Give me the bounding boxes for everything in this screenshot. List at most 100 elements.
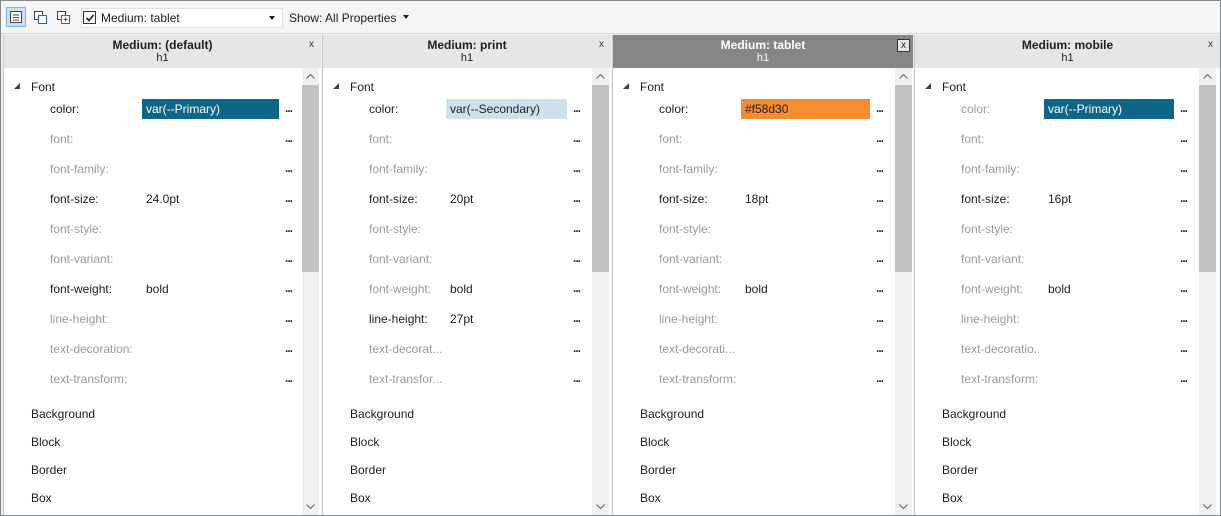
property-row[interactable]: line-height:... <box>613 309 894 329</box>
category-block[interactable]: Block <box>613 433 894 451</box>
add-medium-icon[interactable] <box>53 7 73 27</box>
edit-value-button[interactable]: ... <box>1180 311 1188 325</box>
property-row[interactable]: font:... <box>4 129 302 149</box>
edit-value-button[interactable]: ... <box>285 191 293 205</box>
edit-value-button[interactable]: ... <box>1180 131 1188 145</box>
property-row[interactable]: font-weight: bold... <box>613 279 894 299</box>
edit-value-button[interactable]: ... <box>285 311 293 325</box>
property-value[interactable]: 18pt <box>745 192 768 206</box>
edit-value-button[interactable]: ... <box>573 371 581 385</box>
edit-value-button[interactable]: ... <box>876 161 884 175</box>
scroll-up-icon[interactable] <box>895 68 912 85</box>
property-row[interactable]: font-family:... <box>323 159 592 179</box>
panel-header[interactable]: Medium: (default) h1 x <box>4 35 321 68</box>
vertical-scrollbar[interactable] <box>302 68 319 515</box>
edit-value-button[interactable]: ... <box>1180 281 1188 295</box>
edit-value-button[interactable]: ... <box>876 251 884 265</box>
edit-value-button[interactable]: ... <box>573 221 581 235</box>
collapsed-arrow-icon[interactable] <box>624 408 630 418</box>
category-box[interactable]: Box <box>613 489 894 507</box>
medium-select[interactable]: Medium: tablet <box>101 11 180 26</box>
scroll-down-icon[interactable] <box>302 498 319 515</box>
property-row[interactable]: font-weight: bold... <box>4 279 302 299</box>
edit-value-button[interactable]: ... <box>573 101 581 115</box>
edit-value-button[interactable]: ... <box>573 311 581 325</box>
property-row[interactable]: font-style:... <box>613 219 894 239</box>
property-value[interactable]: bold <box>450 282 473 296</box>
edit-value-button[interactable]: ... <box>1180 161 1188 175</box>
property-row[interactable]: font-variant:... <box>915 249 1201 269</box>
property-row[interactable]: font-size: 18pt... <box>613 189 894 209</box>
category-block[interactable]: Block <box>4 433 302 451</box>
property-row[interactable]: font-variant:... <box>4 249 302 269</box>
collapsed-arrow-icon[interactable] <box>334 408 340 418</box>
edit-value-button[interactable]: ... <box>1180 221 1188 235</box>
edit-value-button[interactable]: ... <box>1180 341 1188 355</box>
edit-value-button[interactable]: ... <box>573 131 581 145</box>
property-row[interactable]: line-height:... <box>4 309 302 329</box>
collapsed-arrow-icon[interactable] <box>624 436 630 446</box>
property-value[interactable]: var(--Primary) <box>1044 99 1174 119</box>
property-row[interactable]: font:... <box>915 129 1201 149</box>
close-icon[interactable]: x <box>897 39 910 52</box>
vertical-scrollbar[interactable] <box>895 68 912 515</box>
expanded-arrow-icon[interactable] <box>925 83 931 89</box>
scroll-up-icon[interactable] <box>1199 68 1216 85</box>
property-row[interactable]: text-transform:... <box>613 369 894 389</box>
property-row[interactable]: text-transform:... <box>4 369 302 389</box>
expanded-arrow-icon[interactable] <box>333 83 339 89</box>
category-border[interactable]: Border <box>613 461 894 479</box>
property-row[interactable]: text-transform:... <box>915 369 1201 389</box>
property-row[interactable]: font-style:... <box>323 219 592 239</box>
edit-value-button[interactable]: ... <box>285 341 293 355</box>
edit-value-button[interactable]: ... <box>1180 101 1188 115</box>
show-properties-select[interactable]: Show: All Properties <box>289 10 409 26</box>
edit-value-button[interactable]: ... <box>573 191 581 205</box>
edit-value-button[interactable]: ... <box>876 191 884 205</box>
property-row[interactable]: font-weight: bold... <box>323 279 592 299</box>
property-value[interactable]: bold <box>1048 282 1071 296</box>
category-block[interactable]: Block <box>915 433 1201 451</box>
category-box[interactable]: Box <box>915 489 1201 507</box>
scrollbar-thumb[interactable] <box>302 85 319 272</box>
property-row[interactable]: font-size: 20pt... <box>323 189 592 209</box>
property-row[interactable]: font-style:... <box>915 219 1201 239</box>
scroll-down-icon[interactable] <box>895 498 912 515</box>
category-border[interactable]: Border <box>4 461 302 479</box>
scrollbar-thumb[interactable] <box>895 85 912 272</box>
collapsed-arrow-icon[interactable] <box>15 464 21 474</box>
category-box[interactable]: Box <box>4 489 302 507</box>
category-border[interactable]: Border <box>915 461 1201 479</box>
property-row[interactable]: font-variant:... <box>613 249 894 269</box>
expanded-arrow-icon[interactable] <box>623 83 629 89</box>
scrollbar-thumb[interactable] <box>592 85 609 272</box>
edit-value-button[interactable]: ... <box>876 371 884 385</box>
scrollbar-thumb[interactable] <box>1199 85 1216 272</box>
property-row[interactable]: font-family:... <box>4 159 302 179</box>
category-background[interactable]: Background <box>613 405 894 423</box>
edit-value-button[interactable]: ... <box>285 101 293 115</box>
collapsed-arrow-icon[interactable] <box>334 464 340 474</box>
close-icon[interactable]: x <box>595 39 608 52</box>
property-value[interactable]: 16pt <box>1048 192 1071 206</box>
scroll-up-icon[interactable] <box>302 68 319 85</box>
collapsed-arrow-icon[interactable] <box>334 436 340 446</box>
edit-value-button[interactable]: ... <box>285 251 293 265</box>
property-row[interactable]: text-transfor...... <box>323 369 592 389</box>
category-font[interactable]: Font <box>613 78 894 96</box>
property-row[interactable]: font-size: 24.0pt... <box>4 189 302 209</box>
scroll-up-icon[interactable] <box>592 68 609 85</box>
property-row[interactable]: color: var(--Primary)... <box>915 99 1201 119</box>
property-value[interactable]: 20pt <box>450 192 473 206</box>
collapsed-arrow-icon[interactable] <box>926 408 932 418</box>
edit-value-button[interactable]: ... <box>876 311 884 325</box>
property-value[interactable]: var(--Secondary) <box>446 99 567 119</box>
edit-value-button[interactable]: ... <box>573 251 581 265</box>
property-row[interactable]: color: var(--Secondary)... <box>323 99 592 119</box>
edit-value-button[interactable]: ... <box>573 341 581 355</box>
property-row[interactable]: text-decorat...... <box>323 339 592 359</box>
category-font[interactable]: Font <box>323 78 592 96</box>
property-row[interactable]: font:... <box>323 129 592 149</box>
category-background[interactable]: Background <box>915 405 1201 423</box>
chevron-down-icon[interactable] <box>269 16 275 20</box>
